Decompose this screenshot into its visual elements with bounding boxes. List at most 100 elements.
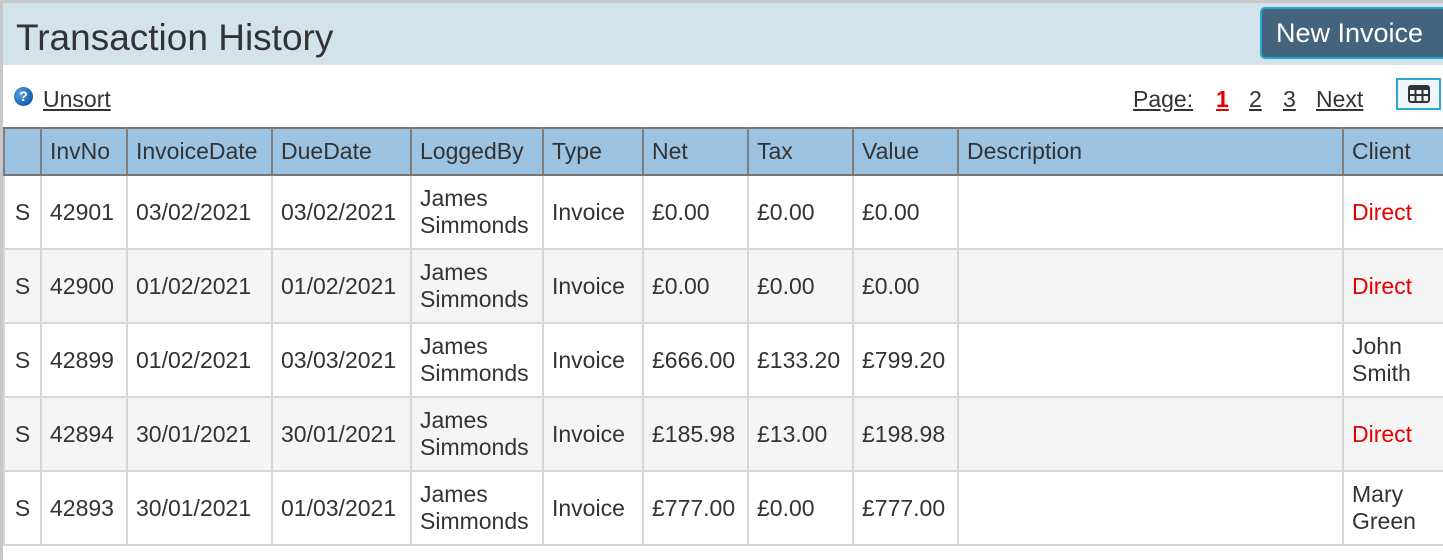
value-cell: £799.20 <box>852 322 959 398</box>
column-header-tax[interactable]: Tax <box>747 127 854 176</box>
column-header-value[interactable]: Value <box>852 127 959 176</box>
invoice-date-cell: 30/01/2021 <box>126 396 273 472</box>
tax-cell: £13.00 <box>747 396 854 472</box>
unsort-link[interactable]: Unsort <box>43 86 111 112</box>
logged-by-cell: James Simmonds <box>410 470 544 546</box>
transactions-table: InvNo InvoiceDate DueDate LoggedBy Type … <box>3 127 1443 546</box>
client-name-line-1: Mary <box>1352 481 1404 507</box>
table-header-row: InvNo InvoiceDate DueDate LoggedBy Type … <box>3 127 1443 176</box>
pager-next-link[interactable]: Next <box>1316 86 1363 112</box>
logged-by-cell: James Simmonds <box>410 396 544 472</box>
column-header-invno[interactable]: InvNo <box>40 127 128 176</box>
logged-by-first-name: James <box>420 481 488 507</box>
type-cell: Invoice <box>542 322 644 398</box>
client-cell[interactable]: Direct <box>1342 396 1443 472</box>
client-cell[interactable]: Direct <box>1342 248 1443 324</box>
invoice-date-cell: 01/02/2021 <box>126 322 273 398</box>
client-name-line-1: Direct <box>1352 198 1413 225</box>
row-select-cell[interactable]: S <box>3 248 42 324</box>
invoice-date-cell: 03/02/2021 <box>126 174 273 250</box>
logged-by-first-name: James <box>420 259 488 285</box>
client-name-line-1: Direct <box>1352 272 1413 299</box>
new-invoice-button[interactable]: New Invoice <box>1260 7 1443 59</box>
net-cell: £0.00 <box>642 174 749 250</box>
due-date-cell: 01/03/2021 <box>271 470 412 546</box>
table-row[interactable]: S 42901 03/02/2021 03/02/2021 James Simmonds I… <box>3 174 1443 250</box>
invno-cell[interactable]: 42893 <box>40 470 128 546</box>
invno-cell[interactable]: 42900 <box>40 248 128 324</box>
pager-page-2-link[interactable]: 2 <box>1249 86 1262 112</box>
column-header-loggedby[interactable]: LoggedBy <box>410 127 544 176</box>
logged-by-first-name: James <box>420 185 488 211</box>
column-header-net[interactable]: Net <box>642 127 749 176</box>
invoice-date-cell: 01/02/2021 <box>126 248 273 324</box>
description-cell <box>957 470 1344 546</box>
row-select-cell[interactable]: S <box>3 322 42 398</box>
client-name-line-2: Green <box>1352 508 1416 534</box>
tax-cell: £0.00 <box>747 248 854 324</box>
row-select-cell[interactable]: S <box>3 396 42 472</box>
column-chooser-button[interactable] <box>1396 78 1441 110</box>
type-cell: Invoice <box>542 470 644 546</box>
logged-by-last-name: Simmonds <box>420 360 529 386</box>
tax-cell: £0.00 <box>747 470 854 546</box>
type-cell: Invoice <box>542 248 644 324</box>
description-cell <box>957 248 1344 324</box>
value-cell: £0.00 <box>852 174 959 250</box>
column-header-type[interactable]: Type <box>542 127 644 176</box>
logged-by-cell: James Simmonds <box>410 248 544 324</box>
logged-by-last-name: Simmonds <box>420 286 529 312</box>
logged-by-first-name: James <box>420 407 488 433</box>
client-name-line-1: John <box>1352 333 1402 359</box>
logged-by-cell: James Simmonds <box>410 322 544 398</box>
client-cell[interactable]: Mary Green <box>1342 470 1443 546</box>
page-title: Transaction History <box>16 17 334 58</box>
pager-label-text: Page: <box>1133 86 1194 112</box>
pager-page-3[interactable]: 3 <box>1283 86 1296 112</box>
table-row[interactable]: S 42893 30/01/2021 01/03/2021 James Simmonds I… <box>3 470 1443 546</box>
client-name-line-1: Direct <box>1352 420 1413 447</box>
pager-page-2[interactable]: 2 <box>1249 86 1262 112</box>
logged-by-last-name: Simmonds <box>420 212 529 238</box>
tax-cell: £133.20 <box>747 322 854 398</box>
description-cell <box>957 396 1344 472</box>
description-cell <box>957 322 1344 398</box>
logged-by-cell: James Simmonds <box>410 174 544 250</box>
column-header-description[interactable]: Description <box>957 127 1344 176</box>
client-cell[interactable]: Direct <box>1342 174 1443 250</box>
value-cell: £777.00 <box>852 470 959 546</box>
description-cell <box>957 174 1344 250</box>
column-header-client[interactable]: Client <box>1342 127 1443 176</box>
due-date-cell: 03/03/2021 <box>271 322 412 398</box>
row-select-cell[interactable]: S <box>3 174 42 250</box>
column-header-select[interactable] <box>3 127 42 176</box>
type-cell: Invoice <box>542 174 644 250</box>
pager-page-3-link[interactable]: 3 <box>1283 86 1296 112</box>
question-circle-icon[interactable]: ? <box>14 87 33 106</box>
net-cell: £777.00 <box>642 470 749 546</box>
due-date-cell: 03/02/2021 <box>271 174 412 250</box>
client-name-line-2: Smith <box>1352 360 1411 386</box>
invno-cell[interactable]: 42894 <box>40 396 128 472</box>
logged-by-last-name: Simmonds <box>420 434 529 460</box>
pager-label: Page: <box>1133 86 1193 112</box>
pager-page-1[interactable]: 1 <box>1216 86 1229 112</box>
table-toolbar: ? Unsort Page: 1 2 3 Next <box>3 65 1443 127</box>
invno-cell[interactable]: 42901 <box>40 174 128 250</box>
column-header-invoicedate[interactable]: InvoiceDate <box>126 127 273 176</box>
logged-by-last-name: Simmonds <box>420 508 529 534</box>
column-header-duedate[interactable]: DueDate <box>271 127 412 176</box>
invno-cell[interactable]: 42899 <box>40 322 128 398</box>
due-date-cell: 01/02/2021 <box>271 248 412 324</box>
invoice-date-cell: 30/01/2021 <box>126 470 273 546</box>
logged-by-first-name: James <box>420 333 488 359</box>
pager-page-1-link[interactable]: 1 <box>1216 86 1229 112</box>
row-select-cell[interactable]: S <box>3 470 42 546</box>
pager-next[interactable]: Next <box>1316 86 1363 112</box>
client-cell[interactable]: John Smith <box>1342 322 1443 398</box>
tax-cell: £0.00 <box>747 174 854 250</box>
table-row[interactable]: S 42900 01/02/2021 01/02/2021 James Simmonds I… <box>3 248 1443 324</box>
table-row[interactable]: S 42894 30/01/2021 30/01/2021 James Simmonds I… <box>3 396 1443 472</box>
table-grid-icon <box>1408 85 1430 103</box>
table-row[interactable]: S 42899 01/02/2021 03/03/2021 James Simmonds I… <box>3 322 1443 398</box>
